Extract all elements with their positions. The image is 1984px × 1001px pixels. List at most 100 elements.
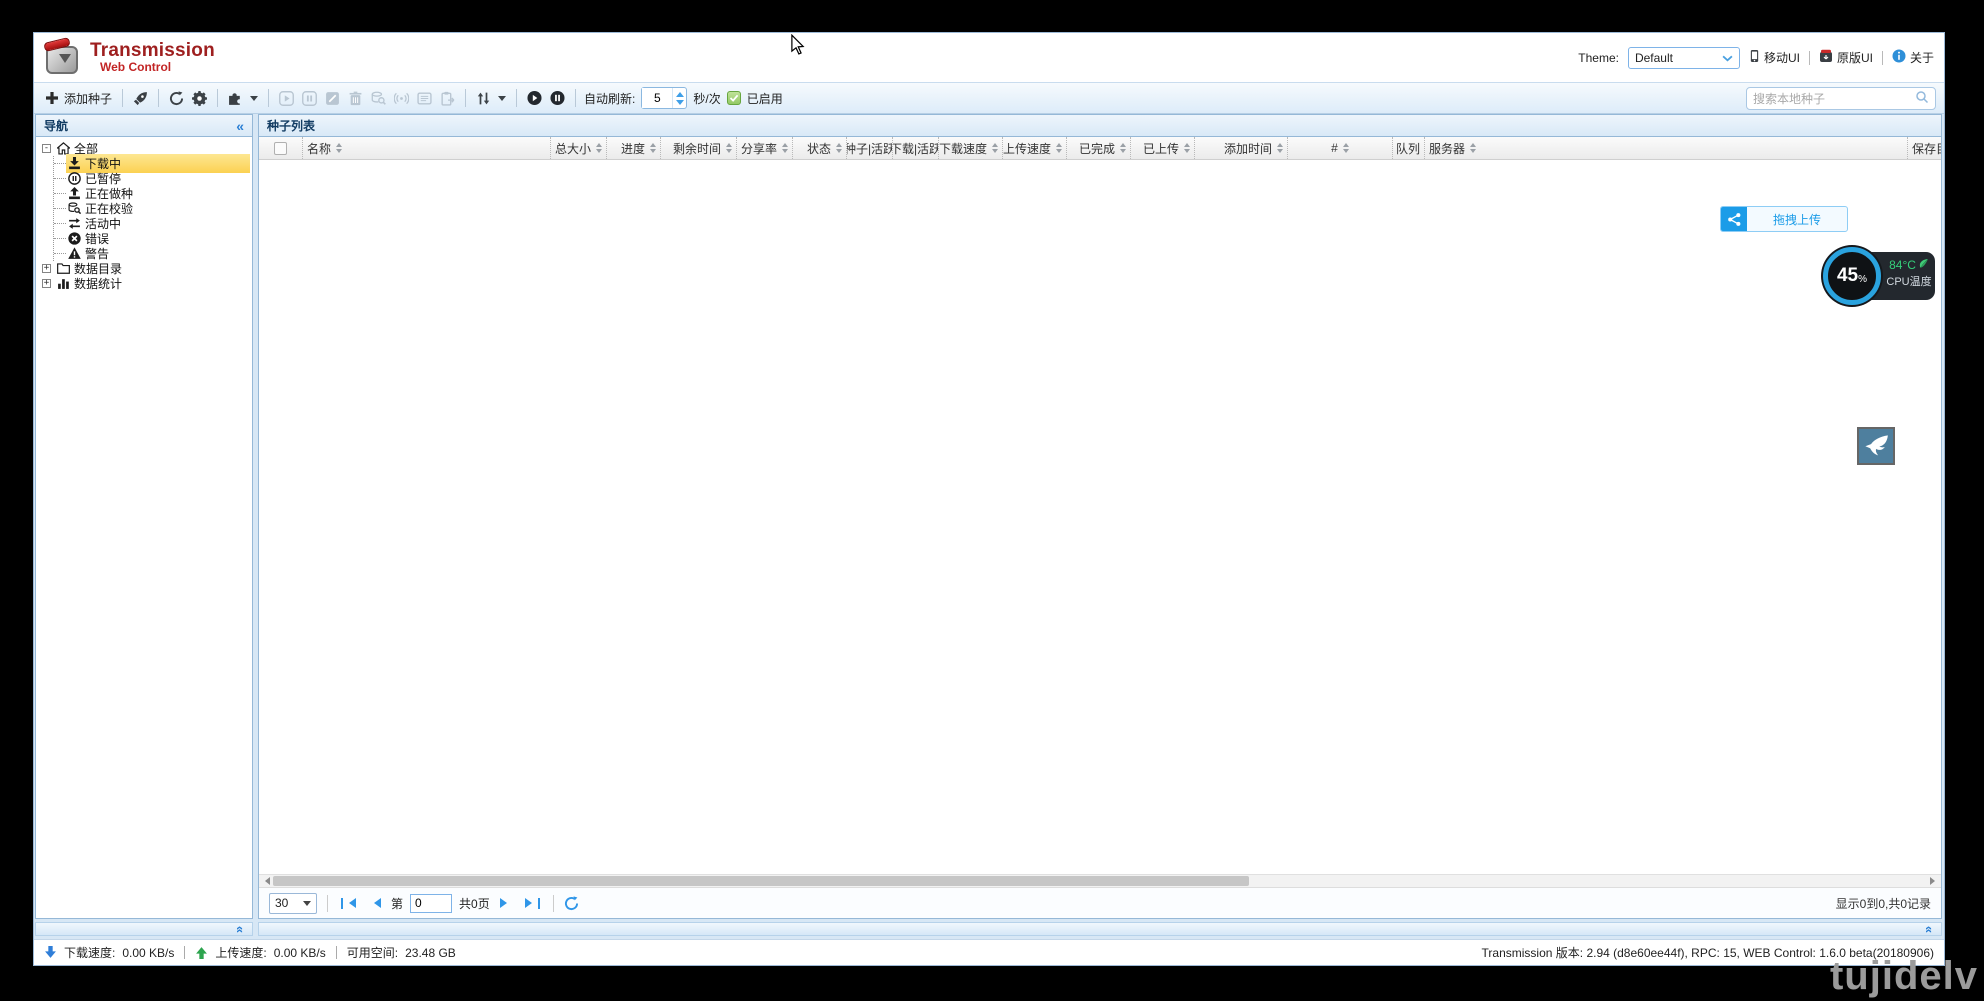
collapse-up-icon[interactable]: « <box>1923 925 1936 932</box>
app-window: Transmission Web Control Theme: Default … <box>33 32 1945 966</box>
enabled-label: 已启用 <box>747 90 783 107</box>
column-label: 服务器 <box>1429 140 1465 157</box>
trash-icon <box>348 91 363 106</box>
sort-menu-button[interactable] <box>472 86 510 110</box>
settings-button[interactable] <box>188 86 211 110</box>
interval-unit-label: 秒/次 <box>693 90 720 107</box>
navigation-title: 导航 <box>44 117 68 134</box>
column-label: 总大小 <box>555 140 591 157</box>
mobile-icon <box>1749 49 1760 66</box>
announce-icon <box>394 91 409 106</box>
tree-expander-icon[interactable]: - <box>42 144 51 153</box>
sidebar-bottom-bar: « <box>35 922 253 936</box>
toolbar-separator <box>268 89 269 107</box>
plugin-menu-button[interactable] <box>224 86 262 110</box>
sort-arrows-icon[interactable] <box>1184 140 1190 156</box>
torrent-table-body[interactable] <box>259 160 1941 874</box>
sort-arrows-icon[interactable] <box>336 140 342 156</box>
transmission-logo-icon <box>44 40 82 76</box>
spinner-arrows[interactable] <box>672 88 686 108</box>
sort-arrows-icon[interactable] <box>1056 140 1062 156</box>
status-bar: 下载速度: 0.00 KB/s 上传速度: 0.00 KB/s 可用空间: 23… <box>34 939 1944 965</box>
first-page-button[interactable] <box>338 898 359 909</box>
sort-arrows-icon[interactable] <box>782 140 788 156</box>
leaf-icon <box>1918 256 1929 274</box>
sort-arrows-icon[interactable] <box>1277 140 1283 156</box>
mobile-ui-link[interactable]: 移动UI <box>1749 49 1800 66</box>
column-header-下载速度[interactable]: 下载速度 <box>939 137 1003 159</box>
page-number-input[interactable] <box>410 894 452 913</box>
sort-arrows-icon[interactable] <box>726 140 732 156</box>
nav-statistics-item[interactable]: 数据统计 <box>55 274 250 293</box>
add-torrent-button[interactable]: 添加种子 <box>40 86 116 110</box>
column-header-队列[interactable]: 队列 <box>1393 137 1425 159</box>
column-header-名称[interactable]: 名称 <box>303 137 551 159</box>
scrollbar-thumb[interactable] <box>273 876 1249 886</box>
refresh-interval-input[interactable] <box>642 88 672 108</box>
column-header-添加时间[interactable]: 添加时间 <box>1195 137 1288 159</box>
column-header-保存目录[interactable]: 保存目录 <box>1908 137 1941 159</box>
main-bottom-bar: « <box>258 922 1942 936</box>
free-space-label: 可用空间: <box>347 944 398 961</box>
next-page-button[interactable] <box>497 898 515 908</box>
announce-button <box>390 86 413 110</box>
app-title-block: Transmission Web Control <box>90 41 215 74</box>
auto-refresh-label: 自动刷新: <box>584 90 635 107</box>
select-all-checkbox[interactable] <box>274 142 287 155</box>
prev-page-button[interactable] <box>366 898 384 908</box>
column-header-剩余时间[interactable]: 剩余时间 <box>661 137 737 159</box>
original-ui-link[interactable]: 原版UI <box>1819 49 1873 66</box>
search-icon[interactable] <box>1915 90 1929 107</box>
column-header-服务器[interactable]: 服务器 <box>1425 137 1908 159</box>
column-header-状态[interactable]: 状态 <box>793 137 847 159</box>
column-header-已上传[interactable]: 已上传 <box>1131 137 1195 159</box>
page-size-select[interactable]: 30 <box>269 893 317 914</box>
sort-arrows-icon[interactable] <box>992 140 998 156</box>
pause-all-button[interactable] <box>546 86 569 110</box>
tree-expander-icon[interactable]: + <box>42 264 51 273</box>
column-header-#[interactable]: # <box>1288 137 1393 159</box>
column-header-总大小[interactable]: 总大小 <box>551 137 607 159</box>
navigation-panel: 导航 « -全部下载中已暂停正在做种正在校验活动中错误警告+数据目录+数据统计 <box>35 114 253 919</box>
collapse-up-icon[interactable]: « <box>234 925 247 932</box>
refresh-interval-spinner[interactable] <box>641 87 687 109</box>
search-input[interactable] <box>1753 92 1915 106</box>
sort-arrows-icon[interactable] <box>650 140 656 156</box>
cpu-usage-gauge: 45 % <box>1823 247 1881 305</box>
sort-arrows-icon[interactable] <box>836 140 842 156</box>
nav-statistics[interactable]: + 数据统计 <box>42 276 250 291</box>
scroll-left-button[interactable] <box>259 875 272 887</box>
swallow-extension-icon[interactable] <box>1857 427 1895 465</box>
scroll-right-button[interactable] <box>1928 875 1941 887</box>
theme-selected-value: Default <box>1635 51 1673 65</box>
sort-arrows-icon[interactable] <box>596 140 602 156</box>
horizontal-scrollbar[interactable] <box>259 874 1941 887</box>
collapse-sidebar-icon[interactable]: « <box>236 119 244 133</box>
sort-arrows-icon[interactable] <box>1470 140 1476 156</box>
reload-button[interactable] <box>165 86 188 110</box>
auto-refresh-checkbox[interactable] <box>727 91 741 105</box>
resume-all-button[interactable] <box>523 86 546 110</box>
column-header-下载|活跃[interactable]: 下载|活跃 <box>893 137 939 159</box>
column-header-分享率[interactable]: 分享率 <box>737 137 793 159</box>
select-all-column[interactable] <box>259 137 303 159</box>
torrent-list-header: 种子列表 <box>259 115 1941 137</box>
column-header-进度[interactable]: 进度 <box>607 137 661 159</box>
refresh-list-icon[interactable] <box>564 896 579 911</box>
caret-down-icon <box>303 901 311 910</box>
column-label: 名称 <box>307 140 331 157</box>
refresh-icon <box>169 91 184 106</box>
copy-path-button <box>436 86 459 110</box>
drag-upload-button[interactable]: 拖拽上传 <box>1720 206 1848 232</box>
about-link[interactable]: 关于 <box>1892 49 1934 66</box>
start-all-button[interactable] <box>129 86 152 110</box>
cpu-usage-value: 45 <box>1837 265 1858 287</box>
column-header-已完成[interactable]: 已完成 <box>1067 137 1131 159</box>
sort-arrows-icon[interactable] <box>1343 140 1349 156</box>
column-header-种子|活跃[interactable]: 种子|活跃 <box>847 137 893 159</box>
theme-select[interactable]: Default <box>1628 47 1740 69</box>
last-page-button[interactable] <box>522 898 543 909</box>
column-header-上传速度[interactable]: 上传速度 <box>1003 137 1067 159</box>
tree-expander-icon[interactable]: + <box>42 279 51 288</box>
sort-arrows-icon[interactable] <box>1120 140 1126 156</box>
